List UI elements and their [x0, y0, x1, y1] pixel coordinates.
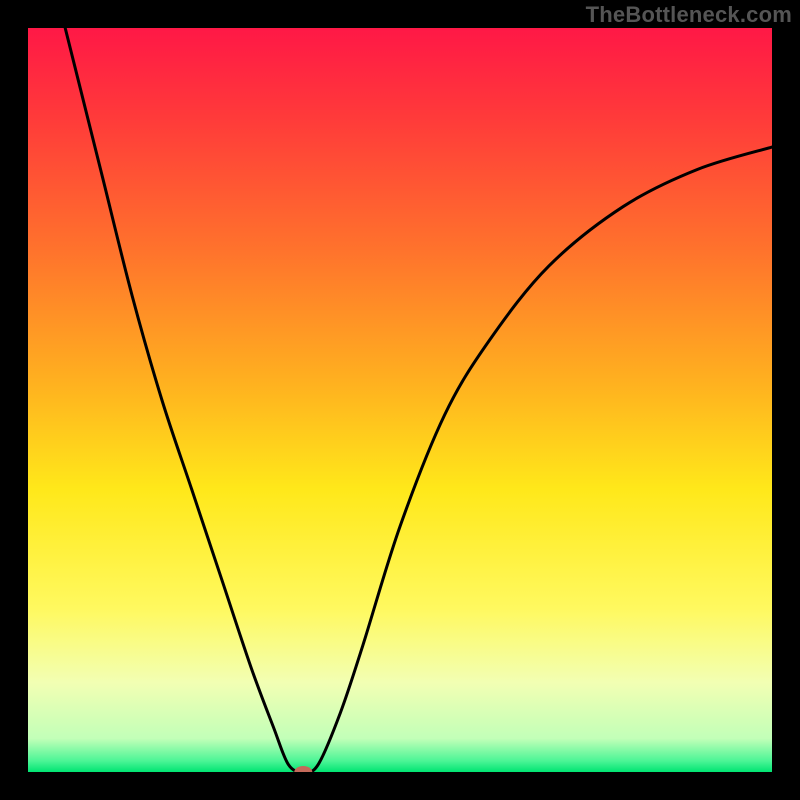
- chart-frame: TheBottleneck.com: [0, 0, 800, 800]
- watermark-text: TheBottleneck.com: [586, 2, 792, 28]
- gradient-background: [28, 28, 772, 772]
- plot-area: [28, 28, 772, 772]
- bottleneck-chart: [28, 28, 772, 772]
